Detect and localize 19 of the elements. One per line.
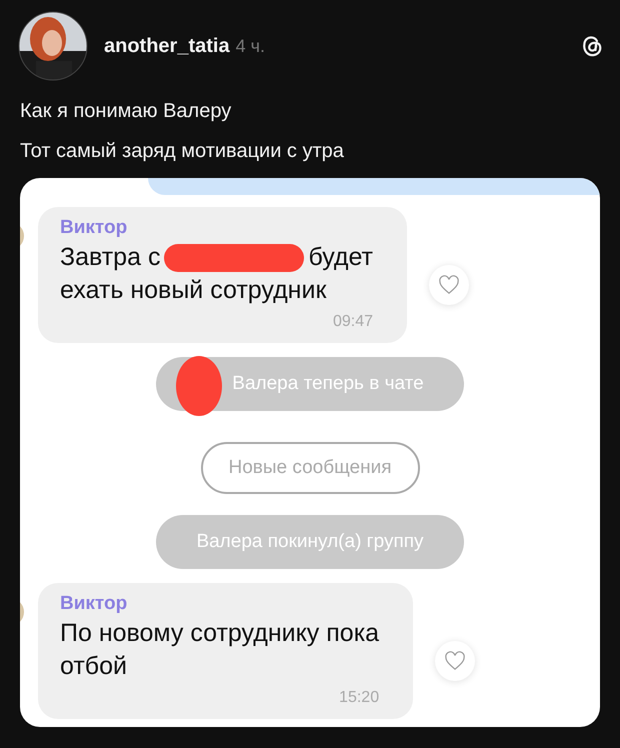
message-text: ехать новый сотрудник xyxy=(60,275,326,306)
message-time: 09:47 xyxy=(332,313,374,331)
post-time: 4 ч. xyxy=(236,36,265,56)
heart-icon xyxy=(438,275,460,295)
message-text: По новому сотруднику пока xyxy=(60,618,380,649)
message-text: будет xyxy=(308,242,374,273)
post-text: Тот самый заряд мотивации с утра xyxy=(20,139,345,164)
like-button[interactable] xyxy=(435,641,476,681)
message-text: отбой xyxy=(60,651,127,682)
username[interactable]: another_tatia xyxy=(104,34,230,58)
heart-icon xyxy=(444,651,466,671)
message-text: Завтра с xyxy=(60,242,160,273)
message-time: 15:20 xyxy=(339,689,380,707)
sender-name: Виктор xyxy=(60,217,128,239)
redaction-mark xyxy=(176,356,222,416)
post-text: Как я понимаю Валеру xyxy=(20,99,232,124)
notice-text: Новые сообщения xyxy=(228,457,392,479)
like-button[interactable] xyxy=(429,265,470,305)
sender-name: Виктор xyxy=(60,593,128,615)
